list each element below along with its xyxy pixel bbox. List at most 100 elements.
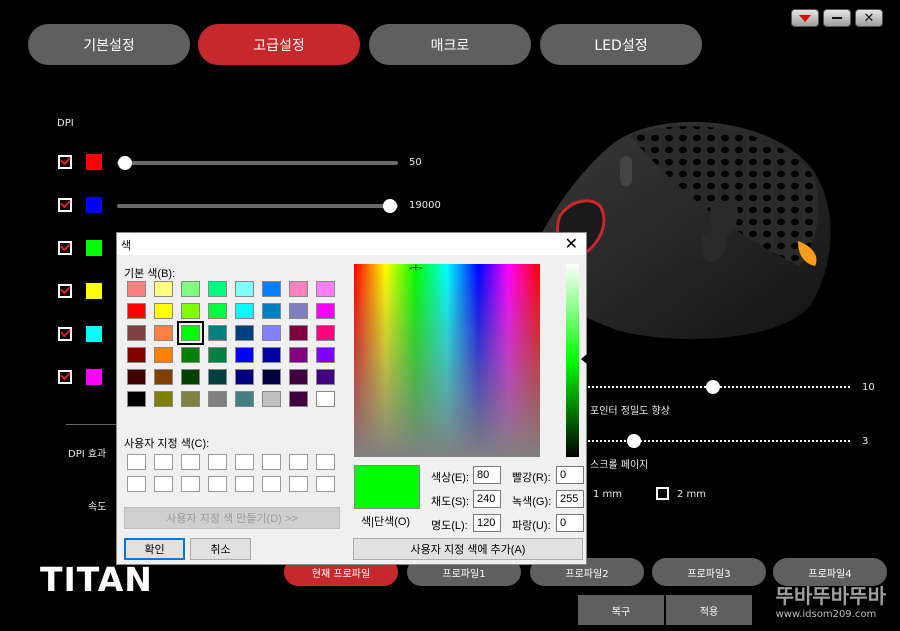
blue-input[interactable]: 0 bbox=[556, 514, 584, 532]
dpi-color-swatch-4[interactable] bbox=[86, 283, 102, 299]
dpi-checkbox-3[interactable] bbox=[58, 241, 72, 255]
dpi-checkbox-2[interactable] bbox=[58, 198, 72, 212]
basic-color-swatch[interactable] bbox=[127, 391, 146, 407]
restore-button[interactable]: 복구 bbox=[578, 595, 664, 625]
basic-color-swatch[interactable] bbox=[316, 369, 335, 385]
basic-color-swatch[interactable] bbox=[127, 325, 146, 341]
dpi-checkbox-4[interactable] bbox=[58, 284, 72, 298]
minimize-button[interactable] bbox=[823, 9, 851, 27]
basic-color-swatch[interactable] bbox=[154, 303, 173, 319]
basic-color-swatch[interactable] bbox=[208, 303, 227, 319]
basic-color-swatch[interactable] bbox=[289, 391, 308, 407]
dpi-color-swatch-6[interactable] bbox=[86, 369, 102, 385]
basic-color-swatch[interactable] bbox=[235, 347, 254, 363]
dialog-close-icon[interactable]: ✕ bbox=[565, 234, 578, 254]
basic-color-swatch[interactable] bbox=[289, 281, 308, 297]
basic-color-swatch[interactable] bbox=[154, 391, 173, 407]
add-to-custom-colors-button[interactable]: 사용자 지정 색에 추가(A) bbox=[353, 538, 583, 560]
define-custom-colors-button[interactable]: 사용자 지정 색 만들기(D) >> bbox=[124, 507, 340, 529]
custom-color-swatch[interactable] bbox=[181, 454, 200, 470]
basic-color-swatch[interactable] bbox=[316, 347, 335, 363]
basic-color-swatch[interactable] bbox=[177, 321, 204, 345]
dpi-slider-2[interactable] bbox=[117, 204, 398, 208]
custom-color-swatch[interactable] bbox=[154, 476, 173, 492]
dpi-slider-2-knob[interactable] bbox=[383, 199, 397, 213]
tab-led-settings[interactable]: LED설정 bbox=[540, 24, 702, 65]
custom-color-swatch[interactable] bbox=[235, 454, 254, 470]
mm2-checkbox[interactable] bbox=[656, 487, 669, 500]
apply-button[interactable]: 적용 bbox=[666, 595, 752, 625]
custom-color-swatch[interactable] bbox=[316, 454, 335, 470]
custom-color-swatch[interactable] bbox=[154, 454, 173, 470]
basic-color-swatch[interactable] bbox=[181, 303, 200, 319]
basic-color-swatch[interactable] bbox=[181, 347, 200, 363]
basic-color-swatch[interactable] bbox=[208, 391, 227, 407]
basic-color-swatch[interactable] bbox=[262, 281, 281, 297]
basic-color-swatch[interactable] bbox=[235, 325, 254, 341]
basic-color-swatch[interactable] bbox=[316, 391, 335, 407]
basic-color-swatch[interactable] bbox=[208, 281, 227, 297]
pointer-slider-knob[interactable] bbox=[706, 380, 720, 394]
basic-color-swatch[interactable] bbox=[154, 369, 173, 385]
menu-dropdown-button[interactable] bbox=[791, 9, 819, 27]
sat-input[interactable]: 240 bbox=[473, 490, 501, 508]
red-input[interactable]: 0 bbox=[556, 466, 584, 484]
spectrum-crosshair-icon[interactable]: -+- bbox=[409, 262, 423, 274]
basic-color-swatch[interactable] bbox=[127, 369, 146, 385]
luminance-bar[interactable] bbox=[566, 264, 579, 457]
custom-color-swatch[interactable] bbox=[235, 476, 254, 492]
custom-color-swatch[interactable] bbox=[127, 476, 146, 492]
basic-color-swatch[interactable] bbox=[316, 281, 335, 297]
scroll-slider-knob[interactable] bbox=[627, 434, 641, 448]
basic-color-swatch[interactable] bbox=[289, 369, 308, 385]
dpi-slider-1-knob[interactable] bbox=[118, 156, 132, 170]
basic-color-swatch[interactable] bbox=[154, 347, 173, 363]
basic-color-swatch[interactable] bbox=[262, 391, 281, 407]
custom-color-swatch[interactable] bbox=[289, 476, 308, 492]
custom-color-swatch[interactable] bbox=[262, 476, 281, 492]
custom-color-swatch[interactable] bbox=[262, 454, 281, 470]
basic-color-swatch[interactable] bbox=[316, 303, 335, 319]
basic-color-swatch[interactable] bbox=[208, 347, 227, 363]
basic-color-swatch[interactable] bbox=[154, 325, 173, 341]
basic-color-swatch[interactable] bbox=[235, 369, 254, 385]
basic-color-swatch[interactable] bbox=[235, 303, 254, 319]
basic-color-swatch[interactable] bbox=[208, 369, 227, 385]
cancel-button[interactable]: 취소 bbox=[190, 538, 251, 560]
dpi-color-swatch-3[interactable] bbox=[86, 240, 102, 256]
basic-color-swatch[interactable] bbox=[127, 281, 146, 297]
green-input[interactable]: 255 bbox=[556, 490, 584, 508]
profile-3-button[interactable]: 프로파일3 bbox=[652, 558, 766, 586]
dpi-color-swatch-1[interactable] bbox=[86, 154, 102, 170]
basic-color-swatch[interactable] bbox=[262, 325, 281, 341]
color-spectrum[interactable] bbox=[354, 264, 540, 457]
dpi-checkbox-1[interactable] bbox=[58, 155, 72, 169]
basic-color-swatch[interactable] bbox=[316, 325, 335, 341]
basic-color-swatch[interactable] bbox=[289, 325, 308, 341]
custom-color-swatch[interactable] bbox=[289, 454, 308, 470]
custom-color-swatch[interactable] bbox=[316, 476, 335, 492]
basic-color-swatch[interactable] bbox=[262, 303, 281, 319]
basic-color-swatch[interactable] bbox=[262, 347, 281, 363]
basic-color-swatch[interactable] bbox=[262, 369, 281, 385]
basic-color-swatch[interactable] bbox=[235, 391, 254, 407]
basic-color-swatch[interactable] bbox=[181, 281, 200, 297]
basic-color-swatch[interactable] bbox=[289, 347, 308, 363]
dpi-checkbox-5[interactable] bbox=[58, 327, 72, 341]
custom-color-swatch[interactable] bbox=[127, 454, 146, 470]
basic-color-swatch[interactable] bbox=[208, 325, 227, 341]
custom-color-swatch[interactable] bbox=[181, 476, 200, 492]
hue-input[interactable]: 80 bbox=[473, 466, 501, 484]
dpi-slider-1[interactable] bbox=[117, 161, 398, 165]
tab-basic-settings[interactable]: 기본설정 bbox=[28, 24, 190, 65]
ok-button[interactable]: 확인 bbox=[124, 538, 185, 560]
tab-macro[interactable]: 매크로 bbox=[369, 24, 531, 65]
basic-color-swatch[interactable] bbox=[127, 347, 146, 363]
basic-color-swatch[interactable] bbox=[289, 303, 308, 319]
tab-advanced-settings[interactable]: 고급설정 bbox=[198, 24, 360, 65]
basic-color-swatch[interactable] bbox=[235, 281, 254, 297]
luminance-arrow-icon[interactable] bbox=[581, 354, 587, 364]
close-button[interactable]: ✕ bbox=[855, 9, 883, 27]
basic-color-swatch[interactable] bbox=[154, 281, 173, 297]
basic-color-swatch[interactable] bbox=[127, 303, 146, 319]
